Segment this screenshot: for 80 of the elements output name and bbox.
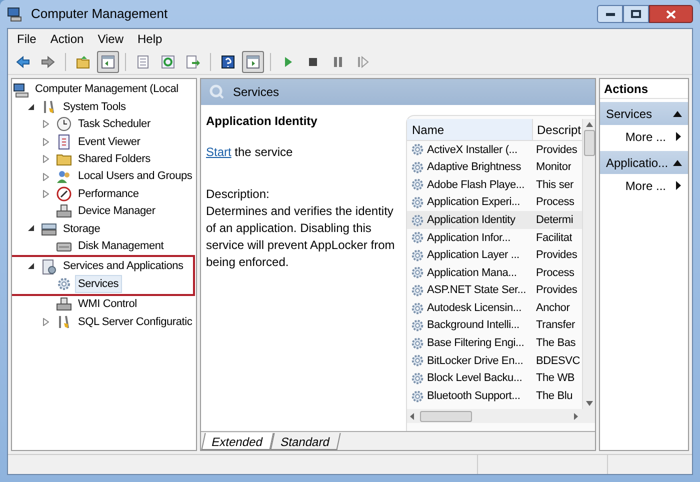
- more-link[interactable]: More ...: [625, 128, 666, 146]
- table-cell-text: Transfer: [535, 318, 575, 334]
- table-row[interactable]: ActiveX Installer (... Provides: [407, 141, 582, 159]
- tree-item[interactable]: SQL Server Configuratic: [75, 312, 196, 332]
- table-row[interactable]: Application Mana... Process: [407, 264, 582, 282]
- table-cell-text: BDESVC: [535, 354, 580, 369]
- menu-item[interactable]: View: [92, 30, 128, 48]
- table-cell-text: Adaptive Brightness: [427, 160, 522, 176]
- table-cell-text: Anchor: [535, 300, 570, 316]
- table-cell-text: Provides: [535, 283, 578, 298]
- table-cell-text: The Bas: [535, 336, 576, 352]
- tree-item[interactable]: Services and Applications: [60, 257, 186, 276]
- more-link[interactable]: More ...: [625, 176, 666, 194]
- tree-item[interactable]: Services: [75, 274, 122, 294]
- table-cell-text: The Blu: [535, 388, 573, 404]
- actions-title: Actions: [600, 79, 688, 99]
- table-cell-text: Application Identity: [427, 212, 516, 228]
- pane-title: Services: [233, 84, 280, 101]
- table-cell-text: BitLocker Drive En...: [427, 354, 524, 369]
- menu-item[interactable]: Help: [132, 30, 168, 48]
- tree-item[interactable]: Computer Management (Local: [32, 80, 182, 99]
- table-cell-text: Monitor: [535, 160, 572, 176]
- tree-item[interactable]: Storage: [60, 220, 104, 238]
- table-row[interactable]: ASP.NET State Ser... Provides: [407, 282, 582, 300]
- table-row[interactable]: Application Experi... Process: [407, 194, 582, 212]
- table-cell-text: Bluetooth Support...: [427, 388, 520, 404]
- table-cell-text: Provides: [535, 248, 578, 264]
- section-title: Applicatio...: [606, 154, 670, 172]
- table-cell-text: Background Intelli...: [427, 318, 520, 334]
- table-cell-text: Application Infor...: [427, 230, 510, 246]
- table-row[interactable]: Adobe Flash Playe... This ser: [407, 176, 582, 194]
- table-cell-text: Provides: [535, 142, 578, 158]
- table-row[interactable]: Application Infor... Facilitat: [407, 228, 582, 247]
- table-cell-text: Determi: [535, 212, 574, 228]
- table-cell-text: Adobe Flash Playe...: [427, 178, 525, 193]
- table-cell-text: Application Layer ...: [427, 248, 520, 264]
- table-cell-text: Application Experi...: [427, 195, 520, 210]
- tree-item[interactable]: Task Scheduler: [75, 115, 154, 134]
- table-row[interactable]: Background Intelli... Transfer: [407, 316, 582, 335]
- action-section-header[interactable]: Applicatio...: [600, 151, 688, 174]
- menu-item[interactable]: Action: [45, 30, 89, 48]
- menu-item[interactable]: File: [12, 30, 42, 48]
- table-row[interactable]: Adaptive Brightness Monitor: [407, 158, 582, 176]
- start-link[interactable]: Start: [206, 145, 232, 159]
- table-cell-text: Process: [535, 195, 574, 210]
- tree-item[interactable]: Local Users and Groups: [75, 167, 196, 186]
- table-cell-text: ActiveX Installer (...: [427, 142, 518, 158]
- column-header[interactable]: Name: [407, 119, 532, 140]
- table-row[interactable]: Block Level Backu... The WB: [407, 370, 582, 388]
- tree-item[interactable]: Performance: [75, 184, 142, 204]
- section-title: Services: [606, 106, 654, 122]
- tree-item[interactable]: Disk Management: [75, 236, 167, 256]
- table-cell-text: Process: [535, 266, 574, 281]
- table-cell-text: This ser: [535, 178, 574, 193]
- tree-item[interactable]: Device Manager: [75, 202, 158, 221]
- window-title: Computer Management: [31, 5, 168, 24]
- description-label: Description:: [206, 186, 270, 203]
- tree-item[interactable]: Event Viewer: [75, 132, 144, 152]
- table-cell-text: Block Level Backu...: [427, 371, 522, 386]
- link-text: the service: [234, 145, 293, 159]
- table-cell-text: Autodesk Licensin...: [427, 300, 522, 316]
- table-cell-text: Base Filtering Engi...: [427, 336, 524, 352]
- table-row[interactable]: Base Filtering Engi... The Bas: [407, 334, 582, 352]
- table-cell-text: The WB: [535, 371, 575, 386]
- table-cell-text: Application Mana...: [427, 266, 517, 281]
- table-row[interactable]: Autodesk Licensin... Anchor: [407, 299, 582, 317]
- table-row[interactable]: Bluetooth Support... The Blu: [407, 387, 582, 405]
- view-tab[interactable]: Standard: [270, 433, 340, 450]
- table-row[interactable]: BitLocker Drive En... BDESVC: [407, 352, 582, 370]
- table-cell-text: ASP.NET State Ser...: [427, 283, 526, 298]
- tree-item[interactable]: WMI Control: [75, 295, 140, 314]
- description-text: Determines and verifies the identity of an application. Disabling this service will prevent AppLocker from being enforced.: [206, 203, 396, 271]
- tree-item[interactable]: Shared Folders: [75, 150, 154, 169]
- table-row[interactable]: Application Identity Determi: [407, 211, 582, 229]
- tree-item[interactable]: System Tools: [60, 98, 129, 116]
- table-row[interactable]: Application Layer ... Provides: [407, 246, 582, 264]
- service-title: Application Identity: [206, 113, 318, 130]
- table-cell-text: Facilitat: [535, 230, 572, 246]
- action-section-header[interactable]: Services: [600, 102, 688, 125]
- view-tab[interactable]: Extended: [201, 433, 274, 450]
